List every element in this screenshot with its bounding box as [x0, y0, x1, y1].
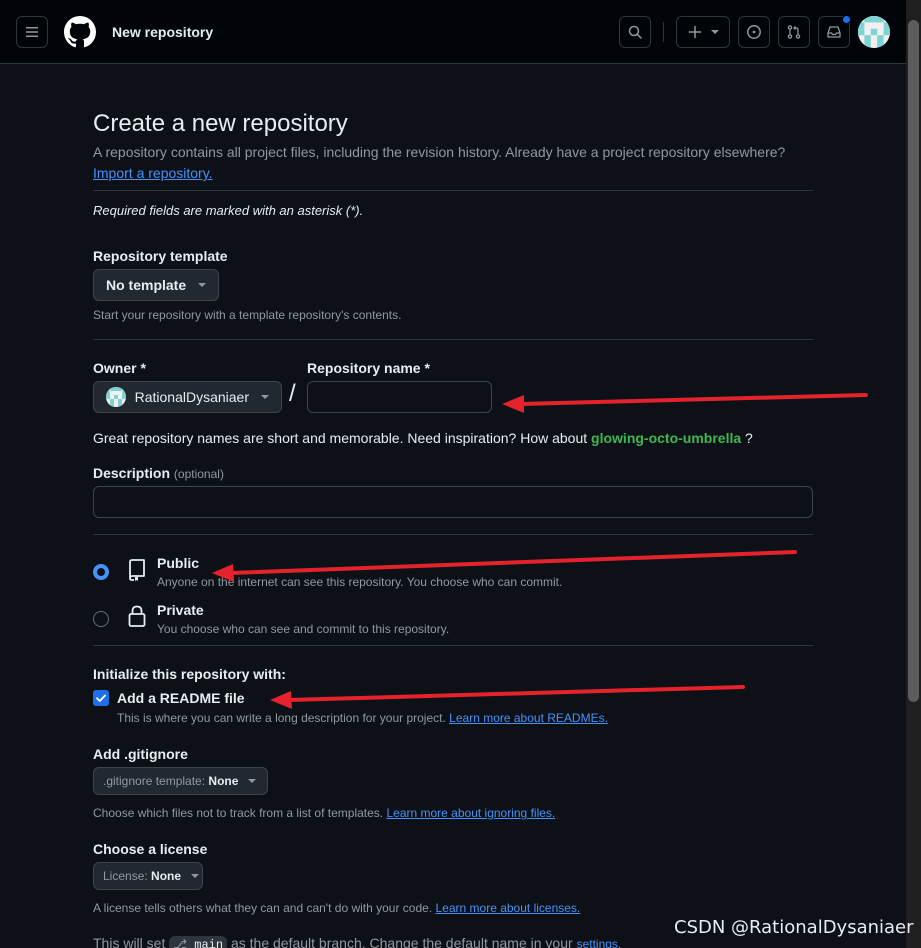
annotation-arrow-readme	[270, 685, 745, 709]
description-label-text: Description	[93, 465, 171, 481]
gitignore-note-text: Choose which files not to track from a l…	[93, 806, 384, 820]
visibility-public-radio[interactable]	[93, 564, 109, 580]
inspiration-text: Great repository names are short and mem…	[93, 430, 588, 446]
readme-note-text: This is where you can write a long descr…	[117, 711, 446, 725]
chevron-down-icon	[261, 395, 269, 399]
import-repository-link[interactable]: Import a repository.	[93, 165, 213, 181]
owner-avatar	[106, 387, 126, 407]
chevron-down-icon	[191, 874, 200, 878]
chevron-down-icon	[248, 779, 257, 783]
visibility-private-desc: You choose who can see and commit to thi…	[157, 622, 450, 636]
initialize-label: Initialize this repository with:	[93, 666, 286, 682]
branch-name-code: ⎇ main	[169, 936, 228, 948]
page-context-title: New repository	[112, 24, 214, 40]
license-note: A license tells others what they can and…	[93, 901, 580, 915]
lock-icon	[128, 605, 146, 627]
readme-learn-more-link[interactable]: Learn more about READMEs.	[449, 711, 608, 725]
search-icon	[628, 25, 642, 39]
readme-label[interactable]: Add a README file	[117, 690, 245, 706]
license-dropdown-value: None	[151, 869, 182, 883]
template-dropdown[interactable]: No template	[93, 269, 219, 301]
notification-indicator	[842, 15, 851, 24]
watermark-text: CSDN @RationalDysaniaer	[674, 917, 914, 938]
required-fields-note: Required fields are marked with an aster…	[93, 203, 364, 218]
readme-note: This is where you can write a long descr…	[117, 711, 608, 725]
create-new-button[interactable]	[676, 16, 730, 48]
gitignore-dropdown-prefix: .gitignore template:	[103, 774, 206, 788]
page-subtitle: A repository contains all project files,…	[93, 144, 786, 160]
repository-name-input[interactable]	[307, 381, 492, 413]
settings-link[interactable]: settings.	[577, 937, 622, 948]
branch-icon: ⎇	[173, 938, 188, 948]
chevron-down-icon	[198, 283, 207, 287]
description-optional: (optional)	[173, 467, 224, 481]
inbox-icon	[827, 26, 841, 38]
gitignore-dropdown[interactable]: .gitignore template: None	[93, 767, 268, 795]
divider	[93, 645, 813, 646]
divider	[93, 190, 813, 191]
owner-dropdown[interactable]: RationalDysaniaer	[93, 381, 282, 413]
license-learn-more-link[interactable]: Learn more about licenses.	[436, 901, 581, 915]
menu-button[interactable]	[16, 16, 48, 48]
visibility-private-radio[interactable]	[93, 611, 109, 627]
branch-prefix: This will set	[93, 935, 166, 948]
branch-name: main	[194, 938, 224, 948]
license-label: Choose a license	[93, 841, 208, 857]
license-dropdown[interactable]: License: None	[93, 862, 203, 890]
plus-icon	[688, 25, 702, 39]
divider	[93, 534, 813, 535]
repository-name-label: Repository name *	[307, 360, 430, 376]
page-scrollbar-thumb[interactable]	[908, 20, 919, 702]
gitignore-learn-more-link[interactable]: Learn more about ignoring files.	[386, 806, 555, 820]
github-logo-icon[interactable]	[64, 16, 96, 48]
visibility-private-title: Private	[157, 602, 204, 618]
pull-requests-button[interactable]	[778, 16, 810, 48]
name-suggestion[interactable]: glowing-octo-umbrella	[591, 430, 741, 446]
visibility-public-desc: Anyone on the internet can see this repo…	[157, 575, 563, 589]
user-avatar[interactable]	[858, 16, 890, 48]
template-dropdown-value: No template	[106, 277, 187, 293]
template-note: Start your repository with a template re…	[93, 308, 402, 322]
license-note-text: A license tells others what they can and…	[93, 901, 433, 915]
description-input[interactable]	[93, 486, 813, 518]
name-inspiration: Great repository names are short and mem…	[93, 430, 753, 446]
top-navigation-bar: New repository	[0, 0, 906, 64]
check-icon	[96, 694, 106, 702]
template-label: Repository template	[93, 248, 228, 264]
repo-icon	[129, 559, 145, 581]
gitignore-label: Add .gitignore	[93, 746, 188, 762]
pull-requests-icon	[787, 25, 801, 39]
license-dropdown-prefix: License:	[103, 869, 148, 883]
inspiration-end: ?	[745, 430, 753, 446]
readme-checkbox[interactable]	[93, 690, 109, 706]
page-title: Create a new repository	[93, 110, 348, 137]
chevron-down-icon	[711, 30, 719, 34]
description-label: Description (optional)	[93, 465, 224, 481]
gitignore-note: Choose which files not to track from a l…	[93, 806, 555, 820]
visibility-public-title: Public	[157, 555, 200, 571]
gitignore-dropdown-value: None	[208, 774, 239, 788]
header-divider	[663, 22, 664, 42]
divider	[93, 339, 813, 340]
annotation-arrow-repo-name	[502, 393, 868, 413]
issues-icon	[747, 25, 761, 39]
menu-icon	[26, 27, 38, 37]
owner-dropdown-value: RationalDysaniaer	[134, 389, 249, 405]
branch-suffix: as the default branch. Change the defaul…	[230, 935, 573, 948]
issues-button[interactable]	[738, 16, 770, 48]
owner-label: Owner *	[93, 360, 146, 376]
default-branch-note: This will set ⎇ main as the default bran…	[93, 935, 621, 948]
owner-repo-separator: /	[289, 380, 296, 407]
search-button[interactable]	[619, 16, 651, 48]
